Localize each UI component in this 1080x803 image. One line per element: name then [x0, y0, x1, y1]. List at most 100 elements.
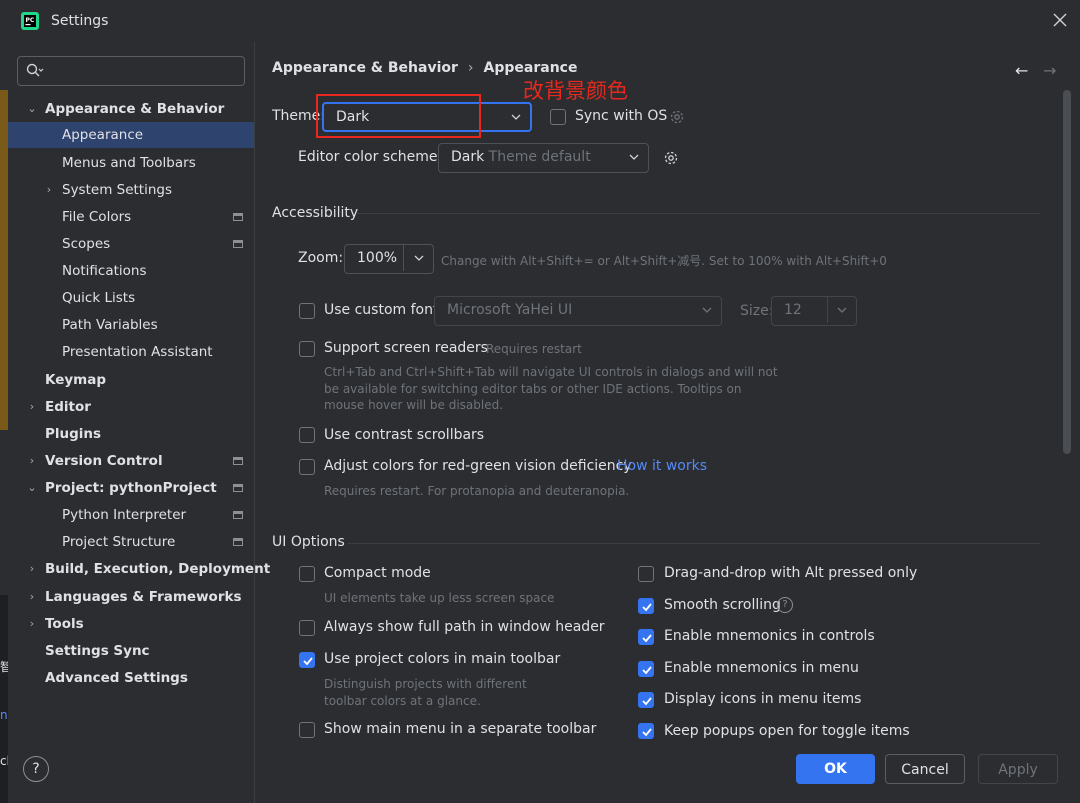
- sidebar-item-appearance[interactable]: Appearance: [8, 122, 254, 148]
- settings-sidebar: ⌄ Appearance & Behavior Appearance Menus…: [8, 42, 270, 803]
- checkmark-icon: [642, 728, 652, 737]
- apply-button[interactable]: Apply: [978, 754, 1058, 784]
- chevron-down-icon: [629, 154, 639, 160]
- sidebar-item-notifications[interactable]: Notifications: [8, 258, 254, 284]
- sidebar-item-appearance-behavior[interactable]: ⌄ Appearance & Behavior: [8, 96, 254, 122]
- settings-content: Appearance & Behavior › Appearance ← → The…: [255, 42, 1080, 803]
- sidebar-item-settings-sync[interactable]: Settings Sync: [8, 638, 254, 664]
- project-level-icon: [233, 457, 243, 465]
- forward-arrow-icon[interactable]: →: [1043, 61, 1056, 80]
- editor-scheme-dropdown[interactable]: Dark Theme default: [438, 143, 649, 173]
- svg-text:PC: PC: [26, 17, 35, 24]
- close-icon[interactable]: [1052, 12, 1068, 28]
- sync-os-label: Sync with OS: [575, 108, 668, 124]
- annotation-text: 改背景颜色: [523, 79, 628, 103]
- project-colors-label: Use project colors in main toolbar: [324, 651, 561, 667]
- gear-icon[interactable]: [668, 108, 686, 126]
- project-colors-checkbox[interactable]: [299, 652, 315, 668]
- smooth-scrolling-checkbox[interactable]: [638, 598, 654, 614]
- compact-mode-label: Compact mode: [324, 565, 431, 581]
- full-path-label: Always show full path in window header: [324, 619, 605, 635]
- section-divider: [357, 213, 1040, 214]
- sidebar-item-project[interactable]: ⌄ Project: pythonProject: [8, 475, 254, 501]
- sidebar-item-label: Keymap: [45, 372, 107, 388]
- title-bar: PC Settings: [8, 0, 1080, 42]
- custom-font-checkbox[interactable]: [299, 303, 315, 319]
- back-arrow-icon[interactable]: ←: [1015, 61, 1028, 80]
- sidebar-item-presentation-assistant[interactable]: Presentation Assistant: [8, 339, 254, 365]
- sidebar-item-languages[interactable]: › Languages & Frameworks: [8, 584, 254, 610]
- chevron-down-icon: [837, 307, 847, 313]
- keep-popups-checkbox[interactable]: [638, 723, 654, 739]
- compact-mode-hint: UI elements take up less screen space: [324, 591, 555, 605]
- help-button[interactable]: ?: [23, 756, 49, 782]
- help-icon[interactable]: ?: [777, 597, 793, 613]
- sidebar-item-plugins[interactable]: Plugins: [8, 421, 254, 447]
- how-it-works-link[interactable]: How it works: [617, 458, 707, 474]
- compact-mode-checkbox[interactable]: [299, 566, 315, 582]
- sidebar-item-keymap[interactable]: Keymap: [8, 367, 254, 393]
- drag-drop-alt-checkbox[interactable]: [638, 566, 654, 582]
- editor-scheme-label: Editor color scheme:: [298, 149, 443, 165]
- edge-text-fragment: ns: [0, 708, 8, 722]
- sidebar-item-label: Presentation Assistant: [62, 344, 213, 360]
- project-colors-hint: Distinguish projects with different tool…: [324, 677, 527, 708]
- sync-os-checkbox[interactable]: [550, 109, 566, 125]
- chevron-down-icon: [414, 255, 424, 261]
- background-window-panel: [0, 595, 8, 803]
- sidebar-item-label: Appearance: [62, 127, 144, 143]
- screen-readers-description: Ctrl+Tab and Ctrl+Shift+Tab will navigat…: [324, 365, 778, 412]
- pycharm-logo-icon: PC: [21, 12, 39, 30]
- sidebar-item-python-interpreter[interactable]: Python Interpreter: [8, 502, 254, 528]
- sidebar-item-build[interactable]: › Build, Execution, Deployment: [8, 556, 270, 582]
- menu-icons-checkbox[interactable]: [638, 692, 654, 708]
- smooth-scrolling-label: Smooth scrolling: [664, 597, 781, 613]
- sidebar-item-version-control[interactable]: › Version Control: [8, 448, 254, 474]
- red-green-checkbox[interactable]: [299, 459, 315, 475]
- menu-icons-label: Display icons in menu items: [664, 691, 862, 707]
- edge-text-fragment: 智: [0, 660, 8, 674]
- ok-button[interactable]: OK: [796, 754, 875, 784]
- cancel-button[interactable]: Cancel: [885, 754, 965, 784]
- full-path-checkbox[interactable]: [299, 620, 315, 636]
- sidebar-item-menus-toolbars[interactable]: Menus and Toolbars: [8, 150, 254, 176]
- font-size-dropdown[interactable]: 12: [771, 296, 857, 326]
- sidebar-item-label: Languages & Frameworks: [45, 589, 242, 605]
- main-menu-toolbar-checkbox[interactable]: [299, 722, 315, 738]
- sidebar-item-label: Advanced Settings: [45, 670, 188, 686]
- ui-options-section-title: UI Options: [272, 534, 345, 550]
- search-input[interactable]: [17, 56, 245, 86]
- chevron-right-icon: ›: [29, 617, 35, 630]
- editor-scheme-value-main: Dark: [451, 149, 485, 165]
- mnemonics-menu-checkbox[interactable]: [638, 661, 654, 677]
- sidebar-item-file-colors[interactable]: File Colors: [8, 204, 254, 230]
- sidebar-item-editor[interactable]: › Editor: [8, 394, 254, 420]
- mnemonics-controls-label: Enable mnemonics in controls: [664, 628, 875, 644]
- chevron-right-icon: ›: [29, 590, 35, 603]
- project-level-icon: [233, 511, 243, 519]
- breadcrumb-parent[interactable]: Appearance & Behavior: [272, 60, 458, 76]
- sidebar-item-scopes[interactable]: Scopes: [8, 231, 254, 257]
- sidebar-item-label: Settings Sync: [45, 643, 150, 659]
- sidebar-item-tools[interactable]: › Tools: [8, 611, 254, 637]
- contrast-scrollbars-checkbox[interactable]: [299, 427, 315, 443]
- sidebar-item-path-variables[interactable]: Path Variables: [8, 312, 254, 338]
- chevron-down-icon: [702, 307, 712, 313]
- breadcrumb-separator: ›: [467, 60, 474, 76]
- sidebar-item-advanced-settings[interactable]: Advanced Settings: [8, 665, 254, 691]
- checkmark-icon: [642, 697, 652, 706]
- sidebar-item-system-settings[interactable]: › System Settings: [8, 177, 254, 203]
- sidebar-item-quick-lists[interactable]: Quick Lists: [8, 285, 254, 311]
- sidebar-item-label: Notifications: [62, 263, 147, 279]
- chevron-right-icon: ›: [29, 400, 35, 413]
- mnemonics-controls-checkbox[interactable]: [638, 629, 654, 645]
- sidebar-item-label: Quick Lists: [62, 290, 136, 306]
- sidebar-item-label: Scopes: [62, 236, 111, 252]
- gear-icon[interactable]: [662, 149, 680, 167]
- checkmark-icon: [642, 634, 652, 643]
- vertical-scrollbar[interactable]: [1063, 90, 1071, 454]
- screen-readers-checkbox[interactable]: [299, 341, 315, 357]
- sidebar-item-project-structure[interactable]: Project Structure: [8, 529, 254, 555]
- zoom-dropdown[interactable]: 100%: [344, 244, 434, 274]
- custom-font-dropdown[interactable]: Microsoft YaHei UI: [434, 296, 722, 326]
